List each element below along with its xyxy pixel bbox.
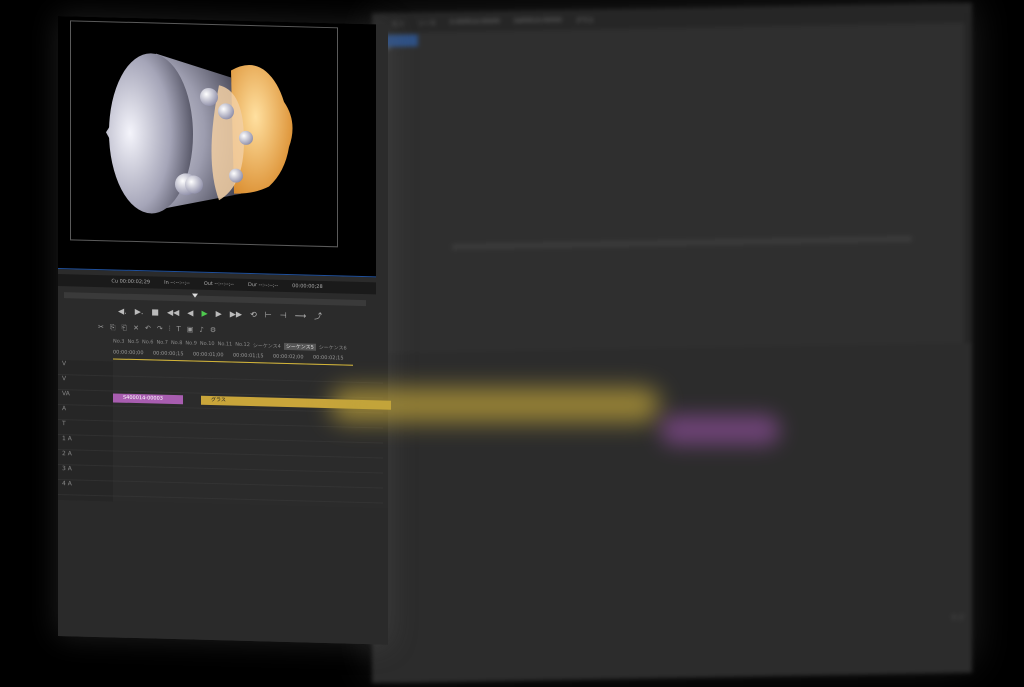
editor-window: Cu 00:00:02;29 In --:--:--;-- Out --:--:…	[58, 16, 391, 645]
blurred-title-clip-extension	[330, 388, 660, 422]
paste-icon[interactable]: ⎗	[121, 324, 127, 333]
tab-no6[interactable]: No.6	[142, 339, 153, 346]
video-clip[interactable]: S400014-00003	[113, 393, 183, 405]
bin-divider	[452, 235, 912, 250]
seek-bar[interactable]	[64, 292, 366, 307]
tab-sequence6[interactable]: シーケンス6	[319, 344, 347, 352]
ruler-tick: 00:00:01;00	[193, 351, 224, 359]
track-header[interactable]: 1 A	[58, 435, 113, 452]
timecode-total: 00:00:00;28	[292, 283, 323, 290]
tab-glass[interactable]: グラス	[576, 15, 594, 24]
track-headers: V V VA A T 1 A 2 A 3 A 4 A	[58, 360, 113, 502]
timeline-toolbar: ✂ ⎘ ⎗ ✕ ↶ ↷ ⫶ T ▣ ♪ ⚙	[98, 323, 216, 335]
mark-out-button[interactable]: ▶.	[135, 307, 144, 316]
tab-source[interactable]: ソース	[418, 18, 436, 27]
track-header[interactable]: 4 A	[58, 480, 113, 497]
bin-scrollbar[interactable]	[964, 12, 972, 343]
play-button[interactable]: ▶	[201, 309, 207, 318]
stop-button[interactable]: ■	[151, 307, 159, 316]
preview-frame	[70, 20, 338, 248]
tab-sequence5[interactable]: シーケンス5	[283, 342, 316, 351]
timecode-duration: Dur --:--:--;--	[247, 281, 279, 289]
timecode-out: Out --:--:--;--	[203, 280, 234, 288]
settings-icon[interactable]: ⚙	[210, 326, 216, 335]
ruler-tick: 00:00:02;00	[273, 353, 304, 361]
delete-icon[interactable]: ✕	[133, 324, 139, 333]
rewind-button[interactable]: ◀◀	[167, 308, 179, 317]
tab-no5[interactable]: No.5	[127, 339, 138, 346]
timecode-in: In --:--:--;--	[164, 279, 190, 287]
insert-button[interactable]: ⟶	[295, 311, 306, 320]
preview-monitor	[58, 16, 376, 278]
track-header[interactable]: V	[58, 360, 113, 377]
mark-in-button[interactable]: ◀.	[118, 307, 127, 316]
tab-sequence4[interactable]: シーケンス4	[253, 342, 281, 350]
tab-no12[interactable]: No.12	[235, 342, 250, 349]
cut-icon[interactable]: ✂	[98, 323, 104, 332]
loop-button[interactable]: ⟲	[250, 310, 257, 319]
bin-window: ビン ソース S-000014-00000 S400014-00000 グラス …	[372, 2, 972, 684]
step-forward-button[interactable]: ▶	[216, 309, 222, 318]
ruler-tick: 00:00:00;15	[153, 350, 184, 358]
step-back-button[interactable]: ◀	[187, 308, 193, 317]
timecode-bar: Cu 00:00:02;29 In --:--:--;-- Out --:--:…	[58, 274, 376, 295]
track-header[interactable]: V	[58, 375, 113, 392]
title-icon[interactable]: T	[176, 325, 180, 334]
tab-no3[interactable]: No.3	[113, 338, 124, 345]
timeline-empty-area	[58, 500, 388, 645]
split-icon[interactable]: ⫶	[169, 325, 171, 334]
track-header[interactable]: A	[58, 405, 113, 422]
track-header[interactable]: T	[58, 420, 113, 437]
ruler-tick: 00:00:00;00	[113, 349, 144, 357]
copy-icon[interactable]: ⎘	[110, 323, 116, 332]
tab-no8[interactable]: No.8	[171, 340, 182, 347]
tab-no11[interactable]: No.11	[218, 341, 233, 348]
transport-controls: ◀. ▶. ■ ◀◀ ◀ ▶ ▶ ▶▶ ⟲ ⊢ ⊣ ⟶ ⤴	[118, 306, 322, 322]
go-to-in-button[interactable]: ⊢	[265, 310, 272, 319]
timecode-current: Cu 00:00:02;29	[111, 278, 151, 286]
tab-no7[interactable]: No.7	[156, 340, 167, 347]
seek-knob[interactable]	[192, 293, 198, 298]
redo-icon[interactable]: ↷	[157, 325, 163, 334]
go-to-out-button[interactable]: ⊣	[280, 311, 287, 320]
ruler-tick: 00:00:02;15	[313, 354, 344, 362]
audio-icon[interactable]: ♪	[199, 326, 203, 335]
bin-footer-label: ラブ	[950, 613, 964, 623]
marker-icon[interactable]: ▣	[187, 325, 194, 334]
tab-s-000014[interactable]: S-000014-00000	[450, 18, 500, 26]
export-button[interactable]: ⤴	[314, 311, 322, 322]
ruler-tick: 00:00:01;15	[233, 352, 264, 360]
fast-forward-button[interactable]: ▶▶	[230, 309, 242, 318]
timeline-tracks: S400014-00003 グラス	[113, 361, 391, 508]
undo-icon[interactable]: ↶	[145, 324, 151, 333]
track-header[interactable]: 3 A	[58, 465, 113, 482]
tab-no9[interactable]: No.9	[185, 340, 196, 347]
tab-no10[interactable]: No.10	[200, 341, 215, 348]
bin-tabs: ビン ソース S-000014-00000 S400014-00000 グラス	[372, 2, 972, 34]
preview-3d-object	[106, 53, 293, 214]
tab-s400014[interactable]: S400014-00000	[514, 16, 562, 24]
track-header[interactable]: VA	[58, 390, 113, 407]
tab-bin[interactable]: ビン	[392, 18, 404, 27]
blurred-video-clip	[660, 415, 780, 445]
track-header[interactable]: 2 A	[58, 450, 113, 467]
